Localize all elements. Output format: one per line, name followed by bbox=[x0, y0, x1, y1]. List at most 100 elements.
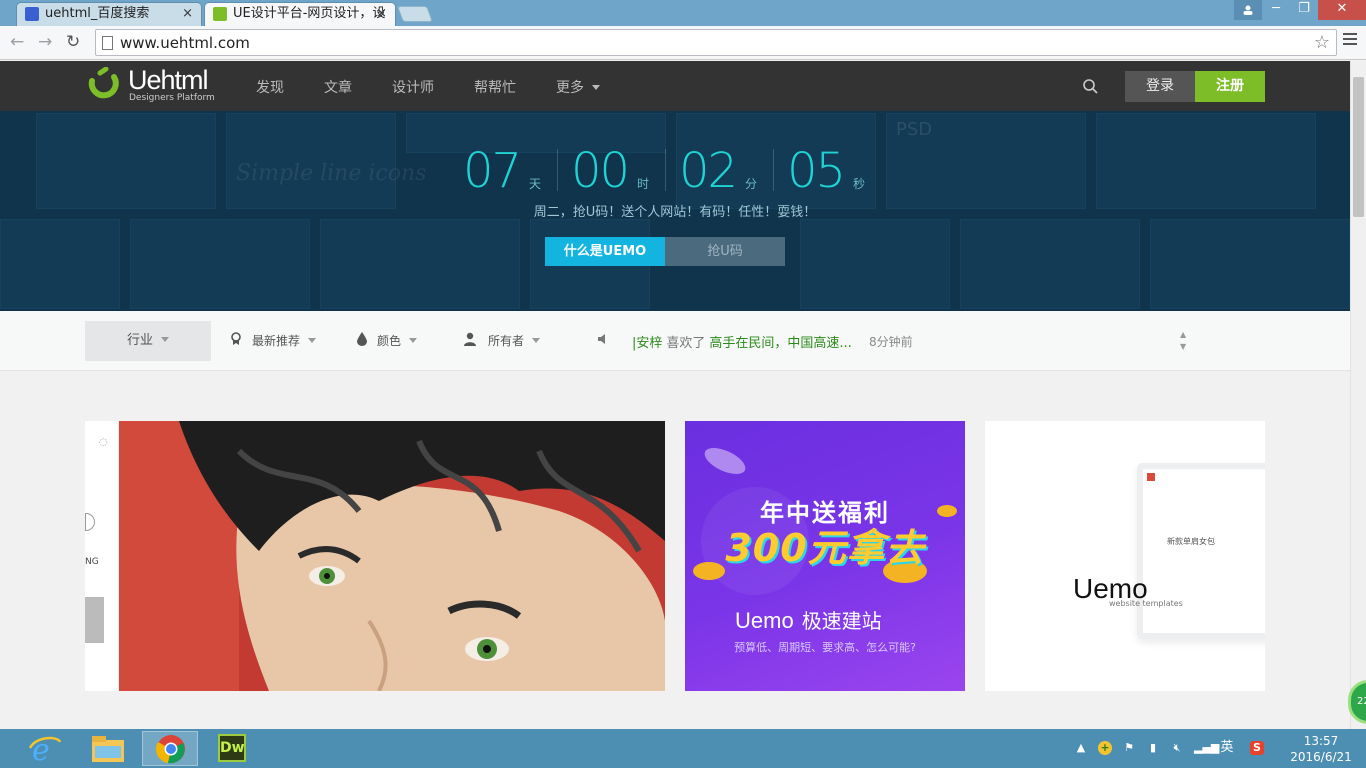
filter-recommend-label: 最新推荐 bbox=[252, 334, 301, 348]
maximize-button[interactable]: ❐ bbox=[1290, 0, 1318, 20]
chevron-down-icon bbox=[592, 85, 600, 90]
tray-mute-icon[interactable]: 🔇︎ bbox=[1170, 741, 1184, 755]
card-strip-text: NG bbox=[85, 557, 99, 567]
filter-owner-label: 所有者 bbox=[488, 334, 525, 348]
chevron-down-icon bbox=[409, 338, 418, 343]
address-bar[interactable]: www.uehtml.com ☆ bbox=[95, 29, 1337, 56]
tray-expand-icon[interactable]: ▲ bbox=[1074, 741, 1088, 755]
filter-bar: 行业 最新推荐 颜色 所有者 |安梓 喜欢了 高手在民间，中国高速... 8分钟前 … bbox=[0, 311, 1350, 371]
feed-item[interactable]: 高手在民间，中国高速... bbox=[709, 336, 851, 351]
windows-taskbar: e Dw ▲ + ⚑ ▮ 🔇︎ ▂▄▆ 英 S 13:57 2016/6/21 bbox=[0, 729, 1366, 768]
tab-uehtml[interactable]: UE设计平台-网页设计，设 × bbox=[204, 2, 396, 26]
uehtml-favicon-icon bbox=[213, 7, 227, 21]
countdown-seconds: 05 bbox=[787, 143, 846, 199]
chevron-down-icon[interactable]: ▼ bbox=[1180, 341, 1186, 353]
tab-title: uehtml_百度搜索 bbox=[45, 6, 150, 21]
card-strip-toggle bbox=[85, 513, 95, 531]
countdown-separator bbox=[665, 149, 666, 191]
activity-feed[interactable]: |安梓 喜欢了 高手在民间，中国高速... bbox=[632, 332, 852, 351]
file-explorer-icon[interactable] bbox=[80, 731, 136, 766]
browser-titlebar: uehtml_百度搜索 × UE设计平台-网页设计，设 × ─ ❐ ✕ bbox=[0, 0, 1366, 26]
user-icon bbox=[464, 332, 476, 346]
feed-time: 8分钟前 bbox=[869, 335, 913, 349]
site-header: Uehtml Designers Platform 发现 文章 设计师 帮帮忙 … bbox=[0, 61, 1350, 111]
chrome-menu-icon[interactable] bbox=[1343, 33, 1357, 47]
countdown-hours: 00 bbox=[571, 143, 630, 199]
ie-icon[interactable]: e bbox=[18, 731, 74, 768]
countdown-minutes-unit: 分 bbox=[745, 177, 758, 191]
tab-close-icon[interactable]: × bbox=[182, 3, 193, 25]
nav-more[interactable]: 更多 bbox=[556, 77, 600, 97]
banner-psd-text: PSD bbox=[896, 119, 933, 140]
close-window-button[interactable]: ✕ bbox=[1318, 0, 1366, 20]
countdown-days-unit: 天 bbox=[529, 177, 542, 191]
countdown-days: 07 bbox=[463, 143, 522, 199]
logo-text: Uehtml bbox=[128, 65, 209, 95]
work-card-promo[interactable]: 年中送福利 300元拿去 Uemo 极速建站 预算低、周期短、要求高、怎么可能? bbox=[685, 421, 965, 691]
search-icon[interactable] bbox=[1082, 78, 1098, 94]
droplet-icon bbox=[357, 332, 367, 346]
clock-date: 2016/6/21 bbox=[1290, 750, 1352, 764]
new-tab-button[interactable] bbox=[397, 6, 433, 22]
tray-security-icon[interactable]: + bbox=[1098, 741, 1112, 755]
banner-deco-text: Simple line icons bbox=[236, 161, 427, 186]
logo-subtitle: Designers Platform bbox=[129, 93, 215, 103]
tab-baidu[interactable]: uehtml_百度搜索 × bbox=[16, 2, 202, 26]
tab-close-icon[interactable]: × bbox=[376, 3, 387, 25]
user-profile-icon[interactable] bbox=[1234, 0, 1262, 20]
mockup-text: 新款单肩女包 bbox=[1167, 537, 1215, 546]
chrome-taskbar-icon[interactable] bbox=[142, 731, 198, 766]
tray-flag-icon[interactable]: ⚑ bbox=[1122, 741, 1136, 755]
feed-scroll-arrows[interactable]: ▲ ▼ bbox=[1180, 329, 1186, 353]
minimize-button[interactable]: ─ bbox=[1262, 0, 1290, 20]
countdown-banner: Simple line icons PSD 07 天 00 时 02 分 05 … bbox=[0, 111, 1350, 311]
speaker-icon bbox=[598, 334, 605, 344]
filter-industry-label: 行业 bbox=[126, 333, 153, 348]
what-is-uemo-button[interactable]: 什么是UEMO bbox=[545, 237, 665, 266]
nav-articles[interactable]: 文章 bbox=[324, 77, 352, 97]
logo-mark-icon bbox=[88, 67, 119, 99]
site-logo[interactable]: Uehtml Designers Platform bbox=[84, 65, 224, 105]
dreamweaver-icon[interactable]: Dw bbox=[204, 731, 260, 766]
taskbar-clock[interactable]: 13:57 2016/6/21 bbox=[1286, 733, 1356, 765]
login-button[interactable]: 登录 bbox=[1125, 71, 1195, 102]
countdown-seconds-unit: 秒 bbox=[853, 177, 866, 191]
register-button[interactable]: 注册 bbox=[1195, 71, 1265, 102]
promo-brand: Uemo 极速建站 bbox=[735, 605, 882, 634]
url-text[interactable]: www.uehtml.com bbox=[120, 34, 250, 52]
ribbon-icon bbox=[231, 332, 241, 345]
countdown-note: 周二，抢U码！送个人网站！有码！任性！耍钱！ bbox=[533, 205, 817, 220]
promo-brand-cn: 极速建站 bbox=[801, 609, 882, 633]
tray-battery-icon[interactable]: ▮ bbox=[1146, 741, 1160, 755]
browser-toolbar: ← → ↻ www.uehtml.com ☆ bbox=[0, 26, 1366, 60]
card-strip-image bbox=[85, 597, 104, 643]
web-page: Uehtml Designers Platform 发现 文章 设计师 帮帮忙 … bbox=[0, 61, 1350, 729]
scrollbar-thumb[interactable] bbox=[1353, 77, 1364, 217]
nav-designers[interactable]: 设计师 bbox=[392, 77, 434, 97]
tray-network-icon[interactable]: ▂▄▆ bbox=[1194, 741, 1219, 755]
filter-color[interactable]: 颜色 bbox=[377, 332, 418, 349]
back-arrow-icon[interactable]: ← bbox=[10, 32, 24, 52]
page-scrollbar[interactable] bbox=[1350, 61, 1366, 729]
countdown-hours-unit: 时 bbox=[637, 177, 650, 191]
tray-sogou-icon[interactable]: S bbox=[1250, 741, 1264, 755]
chevron-up-icon[interactable]: ▲ bbox=[1180, 329, 1186, 341]
nav-discover[interactable]: 发现 bbox=[256, 77, 284, 97]
reload-icon[interactable]: ↻ bbox=[66, 32, 80, 52]
nav-help[interactable]: 帮帮忙 bbox=[474, 77, 516, 97]
promo-slogan: 预算低、周期短、要求高、怎么可能? bbox=[734, 641, 916, 654]
work-card-illustration[interactable]: ◌ NG bbox=[85, 421, 665, 691]
feed-user[interactable]: |安梓 bbox=[632, 336, 662, 351]
filter-color-label: 颜色 bbox=[377, 334, 402, 348]
filter-owner[interactable]: 所有者 bbox=[488, 332, 541, 349]
filter-recommend[interactable]: 最新推荐 bbox=[252, 332, 317, 349]
work-card-uemo[interactable]: 新款单肩女包 Uemo website templates bbox=[985, 421, 1265, 691]
countdown-separator bbox=[773, 149, 774, 191]
tray-ime[interactable]: 英 bbox=[1220, 741, 1234, 755]
bookmark-star-icon[interactable]: ☆ bbox=[1314, 32, 1330, 53]
chevron-down-icon bbox=[308, 338, 317, 343]
filter-industry[interactable]: 行业 bbox=[85, 321, 211, 361]
grab-ucode-button[interactable]: 抢U码 bbox=[665, 237, 785, 266]
forward-arrow-icon[interactable]: → bbox=[38, 32, 52, 52]
clock-time: 13:57 bbox=[1303, 734, 1339, 748]
